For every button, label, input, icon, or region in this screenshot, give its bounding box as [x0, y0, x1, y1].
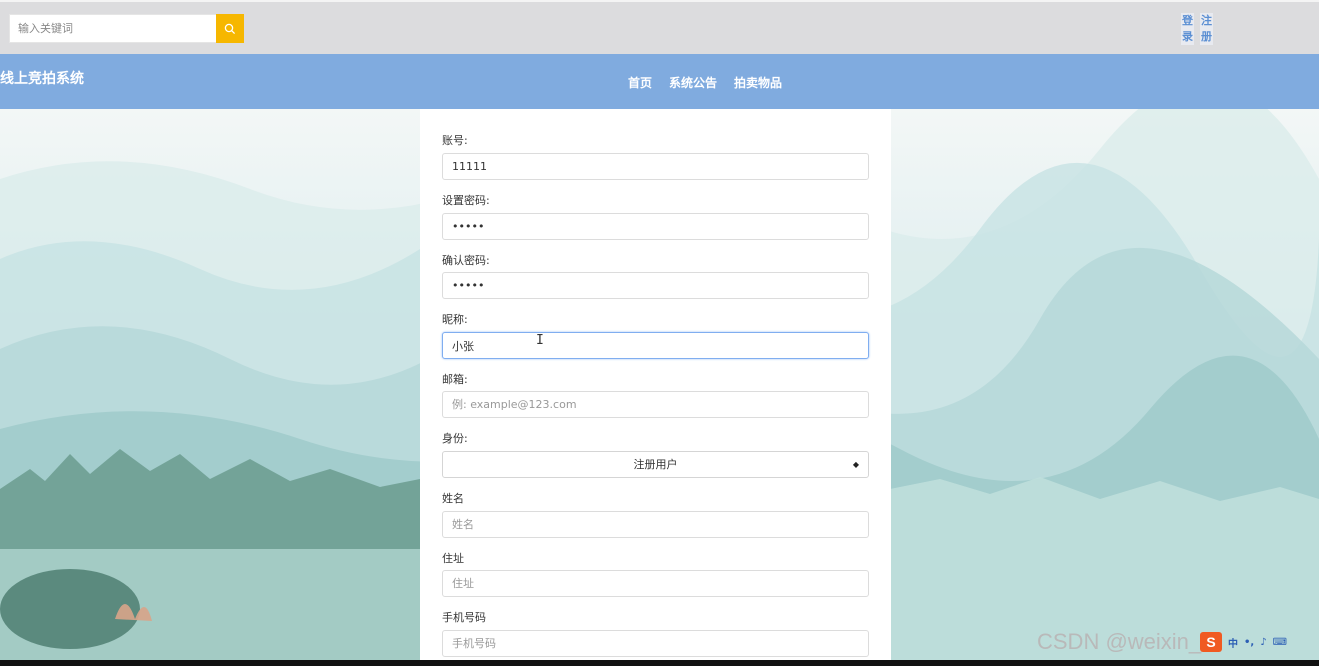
search-button[interactable]: [216, 14, 244, 43]
confirm-password-input[interactable]: [442, 272, 869, 299]
role-select[interactable]: 注册用户 ◆: [442, 451, 869, 478]
nav-item-announcements[interactable]: 系统公告: [669, 74, 717, 91]
top-bar: 登录 注册: [0, 0, 1319, 54]
role-selected-value: 注册用户: [633, 458, 678, 471]
email-input[interactable]: [442, 391, 869, 418]
login-link[interactable]: 登录: [1181, 13, 1194, 45]
ime-keyboard-icon: ⌨: [1272, 636, 1288, 648]
email-label: 邮箱:: [442, 373, 468, 386]
address-input[interactable]: [442, 570, 869, 597]
password-input[interactable]: [442, 213, 869, 240]
nickname-input[interactable]: [442, 332, 869, 359]
nav-item-home[interactable]: 首页: [628, 74, 652, 91]
nav-menu: 首页 系统公告 拍卖物品: [628, 74, 782, 91]
ime-chinese-icon: 中: [1228, 638, 1238, 650]
address-label: 住址: [442, 552, 464, 565]
confirm-password-label: 确认密码:: [442, 254, 490, 267]
phone-input[interactable]: [442, 630, 869, 657]
sogou-ime-icon: S: [1200, 632, 1222, 652]
ime-toolbar[interactable]: S 中 •, ♪ ⌨: [1200, 631, 1319, 653]
nav-bar: 线上竞拍系统 首页 系统公告 拍卖物品: [0, 54, 1319, 109]
text-cursor-icon: I: [536, 333, 544, 348]
select-arrows-icon: ◆: [852, 460, 859, 469]
watermark: CSDN @weixin_: [1037, 629, 1202, 654]
register-link[interactable]: 注册: [1200, 13, 1213, 45]
search-icon: [224, 23, 236, 34]
taskbar-edge: [0, 660, 1319, 666]
nickname-label: 昵称:: [442, 313, 468, 326]
site-brand[interactable]: 线上竞拍系统: [0, 68, 84, 88]
account-label: 账号:: [442, 134, 468, 147]
role-label: 身份:: [442, 432, 468, 445]
register-form: 账号: 设置密码: 确认密码: 昵称: 邮箱: 身份: 注册用户 ◆ 姓名 住址…: [420, 109, 891, 660]
account-input[interactable]: [442, 153, 869, 180]
phone-label: 手机号码: [442, 611, 486, 624]
ime-punctuation-icon: •,: [1244, 636, 1255, 648]
nav-item-auction-items[interactable]: 拍卖物品: [734, 74, 782, 91]
name-input[interactable]: [442, 511, 869, 538]
search-input[interactable]: [9, 14, 217, 43]
password-label: 设置密码:: [442, 194, 490, 207]
name-label: 姓名: [442, 492, 464, 505]
ime-voice-icon: ♪: [1260, 636, 1267, 648]
